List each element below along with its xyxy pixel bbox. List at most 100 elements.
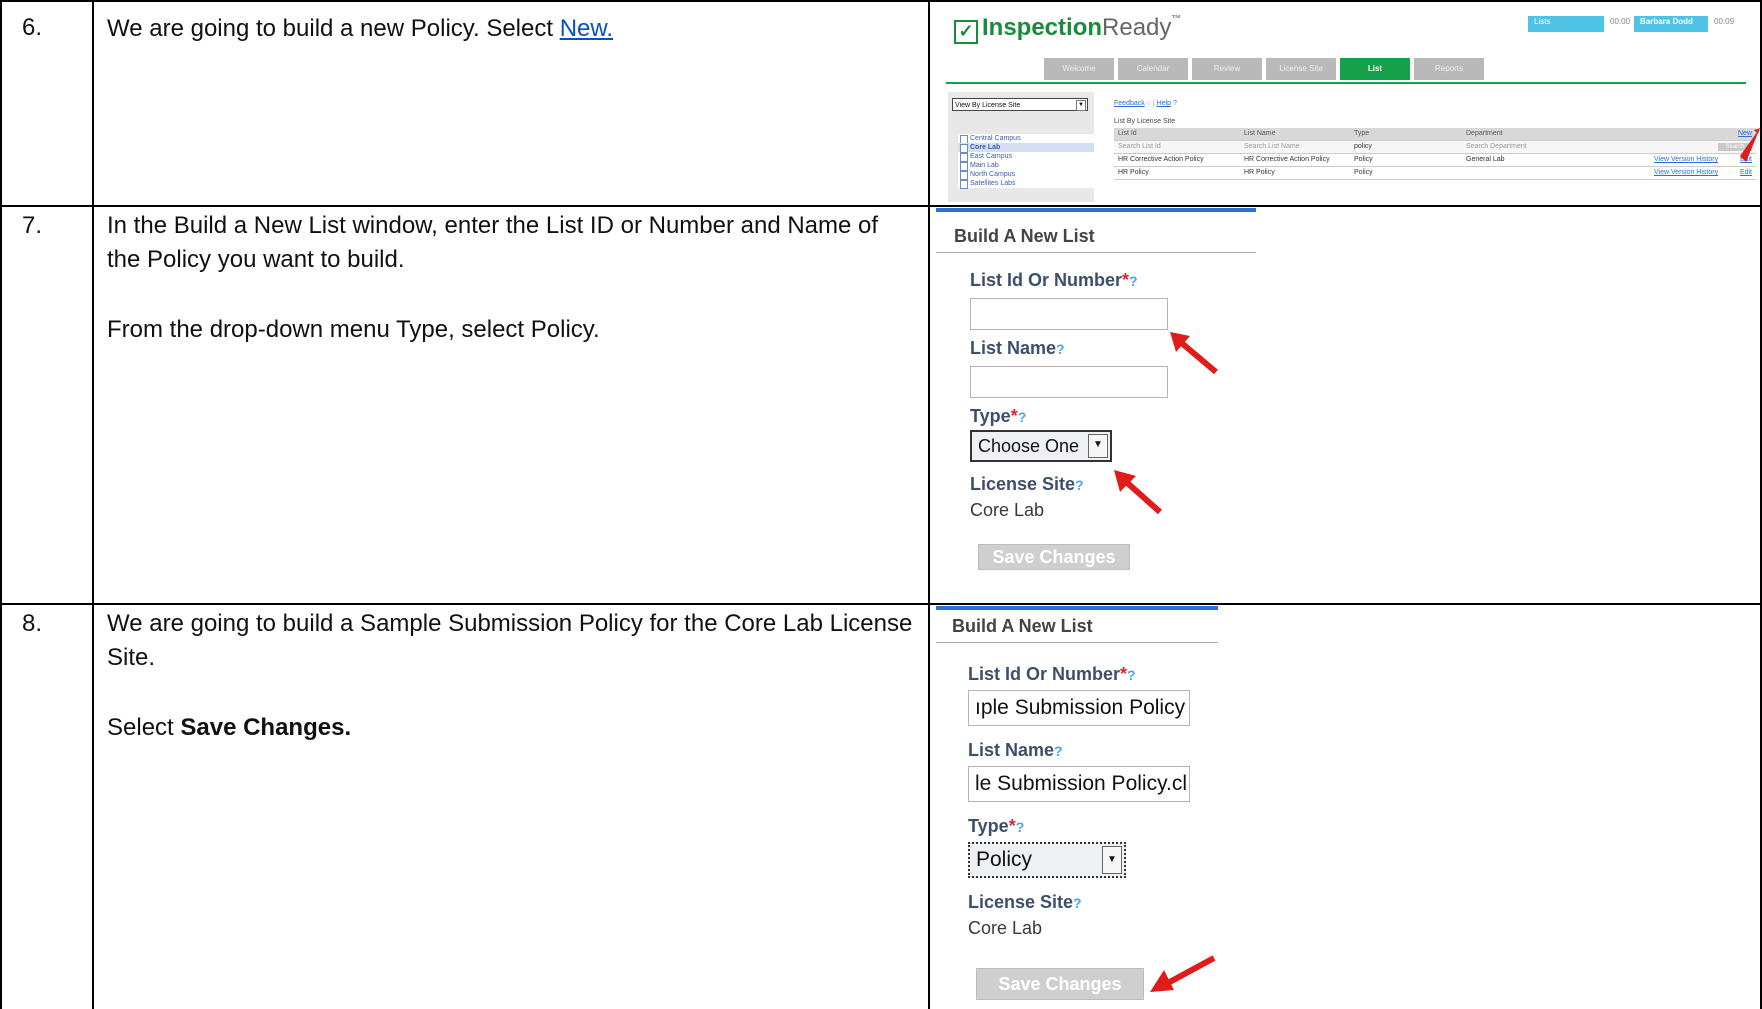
- help-icon[interactable]: ?: [1075, 477, 1084, 493]
- grid-search-row: Search List Id Search List Name policy S…: [1114, 141, 1756, 154]
- chevron-down-icon: ▼: [1088, 434, 1108, 458]
- list-name-label: List Name?: [970, 338, 1065, 359]
- list-name-label: List Name?: [968, 740, 1063, 761]
- list-id-input[interactable]: [970, 298, 1168, 330]
- step-instruction: In the Build a New List window, enter th…: [107, 212, 879, 273]
- step-text: We are going to build a new Policy. Sele…: [107, 12, 917, 46]
- table-row: HR Policy HR Policy Policy View Version …: [1114, 167, 1756, 180]
- inspectionready-logo: ✓ InspectionReady™: [954, 14, 1181, 44]
- help-icon[interactable]: ?: [1073, 895, 1082, 911]
- list-id-label-text: List Id Or Number: [970, 270, 1123, 290]
- license-site-label: License Site?: [970, 474, 1084, 495]
- view-by-select-value: View By License Site: [955, 102, 1021, 109]
- form-title: Build A New List: [954, 226, 1095, 246]
- tab-reports[interactable]: Reports: [1414, 58, 1484, 80]
- type-select-value: Choose One: [978, 436, 1080, 456]
- table-cell: Policy: [1354, 169, 1373, 176]
- tab-list[interactable]: List: [1340, 58, 1410, 80]
- list-name-input[interactable]: [970, 366, 1168, 398]
- type-select[interactable]: Choose One ▼: [970, 430, 1112, 462]
- logo-text: Inspection: [982, 14, 1103, 41]
- step-text: In the Build a New List window, enter th…: [107, 209, 917, 383]
- logo-text-ready: Ready: [1102, 14, 1172, 41]
- form-title: Build A New List: [952, 616, 1093, 636]
- license-site-value: Core Lab: [970, 500, 1045, 520]
- feedback-link[interactable]: Feedback: [1114, 100, 1145, 107]
- help-icon[interactable]: ?: [1054, 743, 1063, 759]
- help-icon: ?: [1173, 100, 1177, 107]
- separator: ○ |: [1146, 100, 1157, 107]
- list-id-label: List Id Or Number*?: [970, 270, 1138, 291]
- search-type-input[interactable]: policy: [1354, 141, 1372, 153]
- column-header[interactable]: List Id: [1118, 128, 1137, 140]
- tree-item-main-lab[interactable]: Main Lab: [958, 161, 1094, 171]
- required-marker: *: [1120, 664, 1128, 684]
- column-header[interactable]: List Name: [1244, 128, 1276, 140]
- red-arrow-icon: [1150, 955, 1216, 992]
- type-select-value: Policy: [976, 848, 1033, 871]
- table-cell: HR Corrective Action Policy: [1244, 156, 1330, 163]
- view-version-history-link[interactable]: View Version History: [1654, 167, 1718, 179]
- step-instruction-prefix: Select: [107, 714, 181, 741]
- tab-calendar[interactable]: Calendar: [1118, 58, 1188, 80]
- list-name-label-text: List Name: [968, 740, 1055, 760]
- table-cell: HR Policy: [1244, 169, 1275, 176]
- search-list-id-input[interactable]: Search List Id: [1118, 141, 1161, 153]
- build-list-form-empty: Build A New List List Id Or Number*? Lis…: [934, 208, 1754, 600]
- help-link[interactable]: Help: [1157, 100, 1171, 107]
- list-id-label-text: List Id Or Number: [968, 664, 1121, 684]
- table-cell: Policy: [1354, 156, 1373, 163]
- column-header[interactable]: Department: [1466, 128, 1503, 140]
- tree-item-north-campus[interactable]: North Campus: [958, 170, 1094, 180]
- panel-top-border: [936, 208, 1256, 212]
- required-marker: *: [1008, 816, 1016, 836]
- chevron-down-icon: ▼: [1076, 100, 1086, 111]
- topbar-lists[interactable]: Lists: [1528, 16, 1616, 32]
- table-border-left: [0, 0, 2, 1009]
- topbar-user[interactable]: Barbara Dodd: [1634, 16, 1708, 32]
- list-name-label-text: List Name: [970, 338, 1057, 358]
- help-icon[interactable]: ?: [1129, 273, 1138, 289]
- tree-item-satellites-labs[interactable]: Satellites Labs: [958, 179, 1094, 189]
- view-by-select[interactable]: View By License Site ▼: [952, 98, 1088, 111]
- red-arrow-icon: [1114, 470, 1162, 515]
- list-id-input[interactable]: ıple Submission Policy: [968, 690, 1190, 726]
- new-link[interactable]: New.: [560, 15, 613, 42]
- red-arrow-icon: [1170, 332, 1218, 375]
- table-cell: HR Corrective Action Policy: [1118, 156, 1204, 163]
- type-select[interactable]: Policy ▼: [968, 842, 1126, 878]
- tab-license-site[interactable]: License Site: [1266, 58, 1336, 80]
- license-site-value: Core Lab: [968, 918, 1043, 938]
- license-site-label-text: License Site: [970, 474, 1076, 494]
- step-instruction: We are going to build a Sample Submissio…: [107, 610, 913, 671]
- save-changes-button[interactable]: Save Changes: [978, 544, 1130, 570]
- title-divider: [936, 642, 1218, 643]
- step-instruction: We are going to build a new Policy. Sele…: [107, 15, 560, 42]
- list-name-input[interactable]: le Submission Policy.cl: [968, 766, 1190, 802]
- search-department-input[interactable]: Search Department: [1466, 141, 1527, 153]
- license-site-tree: Central Campus Core Lab East Campus Main…: [958, 134, 1094, 189]
- help-icon[interactable]: ?: [1018, 409, 1027, 425]
- table-cell: HR Policy: [1118, 169, 1149, 176]
- tab-review[interactable]: Review: [1192, 58, 1262, 80]
- list-grid: List Id List Name Type Department New Se…: [1114, 128, 1756, 180]
- help-icon[interactable]: ?: [1056, 341, 1065, 357]
- tree-item-central-campus[interactable]: Central Campus: [958, 134, 1094, 144]
- view-version-history-link[interactable]: View Version History: [1654, 154, 1718, 166]
- step-number: 7.: [22, 212, 43, 239]
- search-list-name-input[interactable]: Search List Name: [1244, 141, 1300, 153]
- tree-item-core-lab[interactable]: Core Lab: [958, 143, 1094, 153]
- step-number: 6.: [22, 14, 43, 41]
- help-icon[interactable]: ?: [1127, 667, 1136, 683]
- check-icon: ✓: [954, 20, 978, 44]
- save-changes-button[interactable]: Save Changes: [976, 968, 1144, 1000]
- column-divider: [92, 0, 94, 1009]
- tab-welcome[interactable]: Welcome: [1044, 58, 1114, 80]
- tree-item-east-campus[interactable]: East Campus: [958, 152, 1094, 162]
- column-header[interactable]: Type: [1354, 128, 1369, 140]
- chevron-down-icon: ▼: [1102, 846, 1122, 874]
- list-id-label: List Id Or Number*?: [968, 664, 1136, 685]
- help-icon[interactable]: ?: [1016, 819, 1025, 835]
- title-divider: [936, 252, 1256, 253]
- step-instruction: From the drop-down menu Type, select Pol…: [107, 316, 600, 343]
